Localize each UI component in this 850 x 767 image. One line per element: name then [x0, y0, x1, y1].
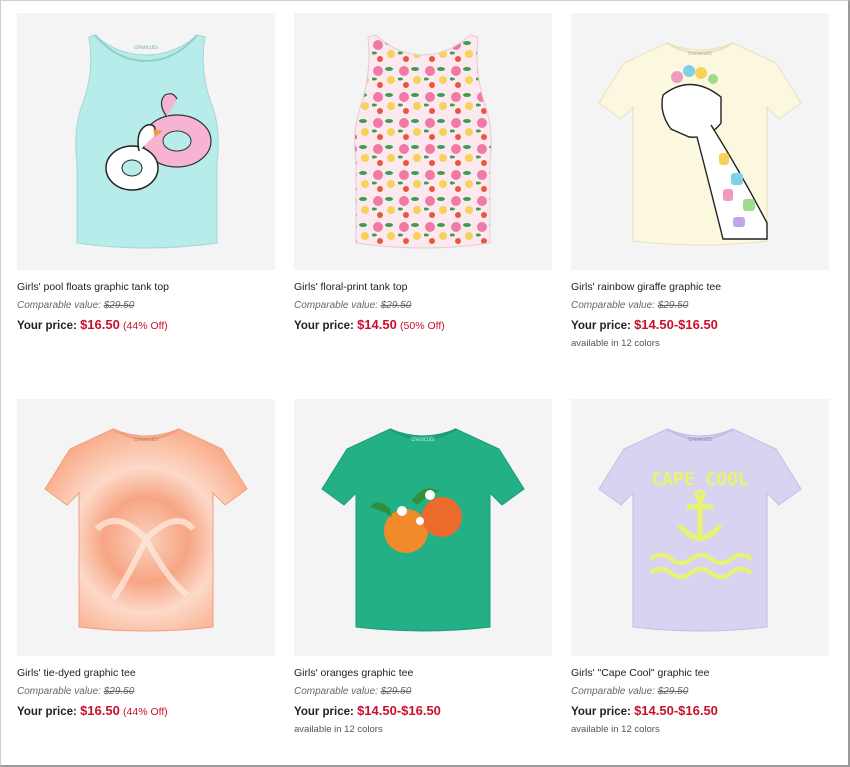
product-name[interactable]: Girls' rainbow giraffe graphic tee — [571, 280, 829, 294]
comparable-label: Comparable value: — [571, 300, 655, 311]
price-label: Your price: — [571, 320, 631, 332]
price-amount: $14.50-$16.50 — [634, 317, 718, 332]
comparable-value: Comparable value: $29.50 — [17, 685, 275, 698]
comparable-price: $29.50 — [657, 300, 689, 311]
color-availability: available in 12 colors — [571, 724, 660, 735]
price-label: Your price: — [17, 320, 77, 332]
product-image[interactable]: crewcuts — [17, 13, 275, 270]
comparable-value: Comparable value: $29.50 — [17, 299, 275, 312]
discount-badge: (44% Off) — [123, 706, 168, 718]
price-amount: $14.50-$16.50 — [634, 703, 718, 718]
product-card[interactable]: crewcuts Girls' oranges graphic tee Comp… — [294, 399, 552, 736]
product-image[interactable]: crewcuts — [571, 13, 829, 270]
price-amount: $16.50 — [80, 703, 120, 718]
svg-text:crewcuts: crewcuts — [411, 437, 435, 443]
tee-giraffe-icon: crewcuts — [598, 42, 802, 246]
comparable-price: $29.50 — [657, 686, 689, 697]
product-name[interactable]: Girls' "Cape Cool" graphic tee — [571, 666, 829, 680]
your-price: Your price: $14.50-$16.50 — [294, 703, 552, 720]
your-price: Your price: $14.50 (50% Off) — [294, 317, 552, 334]
comparable-label: Comparable value: — [294, 300, 378, 311]
discount-badge: (44% Off) — [123, 320, 168, 332]
product-name[interactable]: Girls' floral-print tank top — [294, 280, 552, 294]
price-label: Your price: — [294, 320, 354, 332]
comparable-label: Comparable value: — [17, 686, 101, 697]
your-price: Your price: $14.50-$16.50 — [571, 317, 829, 334]
product-image[interactable]: crewcuts — [17, 399, 275, 656]
svg-text:crewcuts: crewcuts — [688, 51, 712, 57]
comparable-value: Comparable value: $29.50 — [571, 685, 829, 698]
tee-tie-dye-icon: crewcuts — [44, 428, 248, 632]
color-availability: available in 12 colors — [294, 724, 383, 735]
comparable-price: $29.50 — [103, 686, 135, 697]
svg-text:crewcuts: crewcuts — [134, 437, 158, 443]
price-amount: $14.50 — [357, 317, 397, 332]
product-card[interactable]: crewcuts CAPE COOL Girls' "Cape Cool" gr… — [571, 399, 829, 736]
comparable-label: Comparable value: — [571, 686, 655, 697]
price-label: Your price: — [17, 706, 77, 718]
product-image[interactable] — [294, 13, 552, 270]
tee-oranges-icon: crewcuts — [321, 428, 525, 632]
comparable-value: Comparable value: $29.50 — [294, 299, 552, 312]
your-price: Your price: $16.50 (44% Off) — [17, 317, 275, 334]
price-amount: $16.50 — [80, 317, 120, 332]
discount-badge: (50% Off) — [400, 320, 445, 332]
comparable-price: $29.50 — [380, 300, 412, 311]
svg-text:crewcuts: crewcuts — [134, 45, 158, 51]
product-name[interactable]: Girls' tie-dyed graphic tee — [17, 666, 275, 680]
product-image[interactable]: crewcuts — [294, 399, 552, 656]
svg-text:CAPE COOL: CAPE COOL — [651, 469, 749, 490]
tank-top-pool-floats-icon: crewcuts — [75, 34, 219, 249]
price-label: Your price: — [571, 706, 631, 718]
product-card[interactable]: crewcuts Girls' tie-dyed graphic tee Com… — [17, 399, 275, 724]
tee-cape-cool-icon: crewcuts CAPE COOL — [598, 428, 802, 632]
comparable-price: $29.50 — [103, 300, 135, 311]
product-card[interactable]: Girls' floral-print tank top Comparable … — [294, 13, 552, 338]
product-image[interactable]: crewcuts CAPE COOL — [571, 399, 829, 656]
price-label: Your price: — [294, 706, 354, 718]
product-card[interactable]: crewcuts Girls' rainbow giraffe graphic … — [571, 13, 829, 350]
comparable-label: Comparable value: — [294, 686, 378, 697]
product-name[interactable]: Girls' oranges graphic tee — [294, 666, 552, 680]
comparable-value: Comparable value: $29.50 — [294, 685, 552, 698]
your-price: Your price: $16.50 (44% Off) — [17, 703, 275, 720]
svg-text:crewcuts: crewcuts — [688, 437, 712, 443]
product-name[interactable]: Girls' pool floats graphic tank top — [17, 280, 275, 294]
tank-top-floral-icon — [354, 34, 492, 249]
comparable-value: Comparable value: $29.50 — [571, 299, 829, 312]
price-amount: $14.50-$16.50 — [357, 703, 441, 718]
comparable-price: $29.50 — [380, 686, 412, 697]
your-price: Your price: $14.50-$16.50 — [571, 703, 829, 720]
color-availability: available in 12 colors — [571, 338, 660, 349]
comparable-label: Comparable value: — [17, 300, 101, 311]
product-card[interactable]: crewcuts Girls' pool floats graphic tank… — [17, 13, 275, 338]
